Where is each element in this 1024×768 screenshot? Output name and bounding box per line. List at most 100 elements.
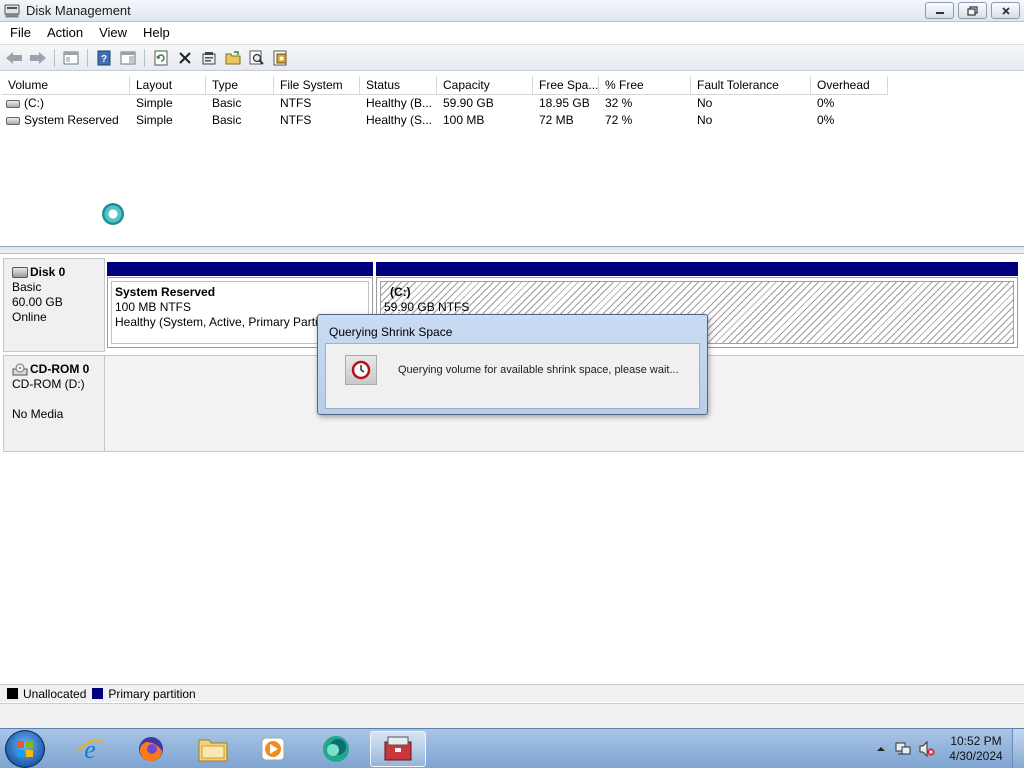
pane-splitter[interactable] [0, 247, 1024, 254]
volume-list-header: Volume Layout Type File System Status Ca… [2, 76, 888, 95]
clock-date: 4/30/2024 [949, 748, 1003, 763]
network-icon[interactable] [894, 740, 912, 758]
menu-file[interactable]: File [2, 25, 39, 40]
free-space-cell: 72 MB [539, 113, 574, 127]
settings-button[interactable] [270, 47, 292, 69]
action-pane-button[interactable] [117, 47, 139, 69]
restore-icon [967, 5, 978, 16]
volume-cell: System Reserved [2, 112, 130, 129]
fault-tolerance-cell: No [697, 96, 713, 110]
svg-text:e: e [84, 735, 96, 764]
windows-logo-icon [17, 741, 33, 757]
file-system-cell: NTFS [280, 96, 312, 110]
minimize-button[interactable] [925, 2, 954, 19]
volume-cell: (C:) [2, 95, 130, 112]
volume-muted-icon[interactable] [918, 740, 936, 758]
forward-button[interactable] [27, 47, 49, 69]
taskbar-firefox[interactable] [123, 731, 179, 767]
partition-size: 100 MB NTFS [115, 300, 192, 314]
column-header-type[interactable]: Type [206, 76, 274, 95]
cdrom-0-drive: CD-ROM (D:) [12, 377, 85, 391]
show-desktop-button[interactable] [1012, 729, 1024, 768]
refresh-button[interactable] [150, 47, 172, 69]
taskbar-internet-explorer[interactable]: e [62, 731, 118, 767]
volume-name: System Reserved [24, 113, 119, 127]
legend-unallocated: Unallocated [7, 687, 86, 701]
help-icon: ? [97, 50, 111, 65]
legend-label: Primary partition [108, 686, 196, 701]
column-header-fault-tolerance[interactable]: Fault Tolerance [691, 76, 811, 95]
delete-icon [179, 51, 191, 64]
primary-partition-bar [107, 262, 373, 276]
drive-icon [6, 99, 20, 108]
column-header-percent-free[interactable]: % Free [599, 76, 691, 95]
menu-help[interactable]: Help [135, 25, 178, 40]
column-header-overhead[interactable]: Overhead [811, 76, 888, 95]
type-cell: Basic [212, 113, 242, 127]
open-icon [225, 50, 241, 64]
computer-management-icon [384, 736, 412, 761]
taskbar-media-player[interactable] [245, 731, 301, 767]
cdrom-0-label[interactable]: CD-ROM 0 CD-ROM (D:) No Media [3, 355, 105, 452]
table-row[interactable]: (C:) Simple Basic NTFS Healthy (B... 59.… [2, 95, 888, 112]
dialog-body: Querying volume for available shrink spa… [325, 343, 700, 409]
legend: Unallocated Primary partition [0, 684, 1024, 702]
hard-disk-icon [12, 267, 28, 278]
taskbar-file-explorer[interactable] [185, 731, 241, 767]
taskbar-computer-management[interactable] [370, 731, 426, 767]
percent-free-cell: 72 % [605, 113, 633, 127]
column-header-volume[interactable]: Volume [2, 76, 130, 95]
drive-icon [6, 116, 20, 125]
column-header-layout[interactable]: Layout [130, 76, 206, 95]
properties-button[interactable] [198, 47, 220, 69]
disk-0-name: Disk 0 [30, 265, 66, 279]
clock[interactable]: 10:52 PM 4/30/2024 [940, 734, 1012, 764]
partition-name: (C:) [390, 285, 411, 299]
table-row[interactable]: System Reserved Simple Basic NTFS Health… [2, 112, 888, 129]
menu-view[interactable]: View [91, 25, 135, 40]
restore-button[interactable] [958, 2, 987, 19]
status-cell: Healthy (B... [366, 96, 433, 110]
column-header-capacity[interactable]: Capacity [437, 76, 533, 95]
taskbar-browser[interactable] [308, 731, 364, 767]
capacity-cell: 100 MB [443, 113, 485, 127]
partition-name: System Reserved [115, 285, 216, 299]
system-tray: 10:52 PM 4/30/2024 [874, 729, 1024, 768]
busy-cursor-icon [102, 203, 124, 225]
console-pane-icon [63, 51, 79, 64]
menu-bar: File Action View Help [0, 22, 1024, 43]
help-button[interactable]: ? [93, 47, 115, 69]
status-cell: Healthy (S... [366, 113, 433, 127]
column-header-status[interactable]: Status [360, 76, 437, 95]
column-header-file-system[interactable]: File System [274, 76, 360, 95]
show-hide-console-button[interactable] [60, 47, 82, 69]
back-button[interactable] [3, 47, 25, 69]
overhead-cell: 0% [817, 96, 835, 110]
taskbar: e 10:52 PM 4/30/2024 [0, 728, 1024, 768]
primary-partition-swatch [92, 687, 104, 699]
start-button[interactable] [5, 730, 45, 768]
show-hidden-icons-icon[interactable] [874, 742, 888, 756]
toolbar-separator [144, 48, 145, 67]
capacity-cell: 59.90 GB [443, 96, 494, 110]
column-header-free-space[interactable]: Free Spa... [533, 76, 599, 95]
cdrom-0-title: CD-ROM 0 [12, 362, 104, 377]
disk-0-label[interactable]: Disk 0 Basic 60.00 GB Online [3, 258, 105, 352]
refresh-icon [154, 50, 168, 65]
forward-icon [30, 51, 46, 64]
type-cell: Basic [212, 96, 242, 110]
delete-button[interactable] [174, 47, 196, 69]
menu-action[interactable]: Action [39, 25, 91, 40]
window-title: Disk Management [26, 3, 131, 18]
toolbar: ? [0, 44, 1024, 71]
search-button[interactable] [246, 47, 268, 69]
clock-time: 10:52 PM [950, 733, 1002, 748]
toolbar-separator [54, 48, 55, 67]
querying-shrink-space-dialog: Querying Shrink Space Querying volume fo… [317, 314, 708, 415]
disk-0-title: Disk 0 [12, 265, 104, 280]
cdrom-0-name: CD-ROM 0 [30, 362, 90, 376]
back-icon [6, 51, 22, 64]
legend-label: Unallocated [23, 686, 87, 701]
open-button[interactable] [222, 47, 244, 69]
close-button[interactable] [991, 2, 1020, 19]
